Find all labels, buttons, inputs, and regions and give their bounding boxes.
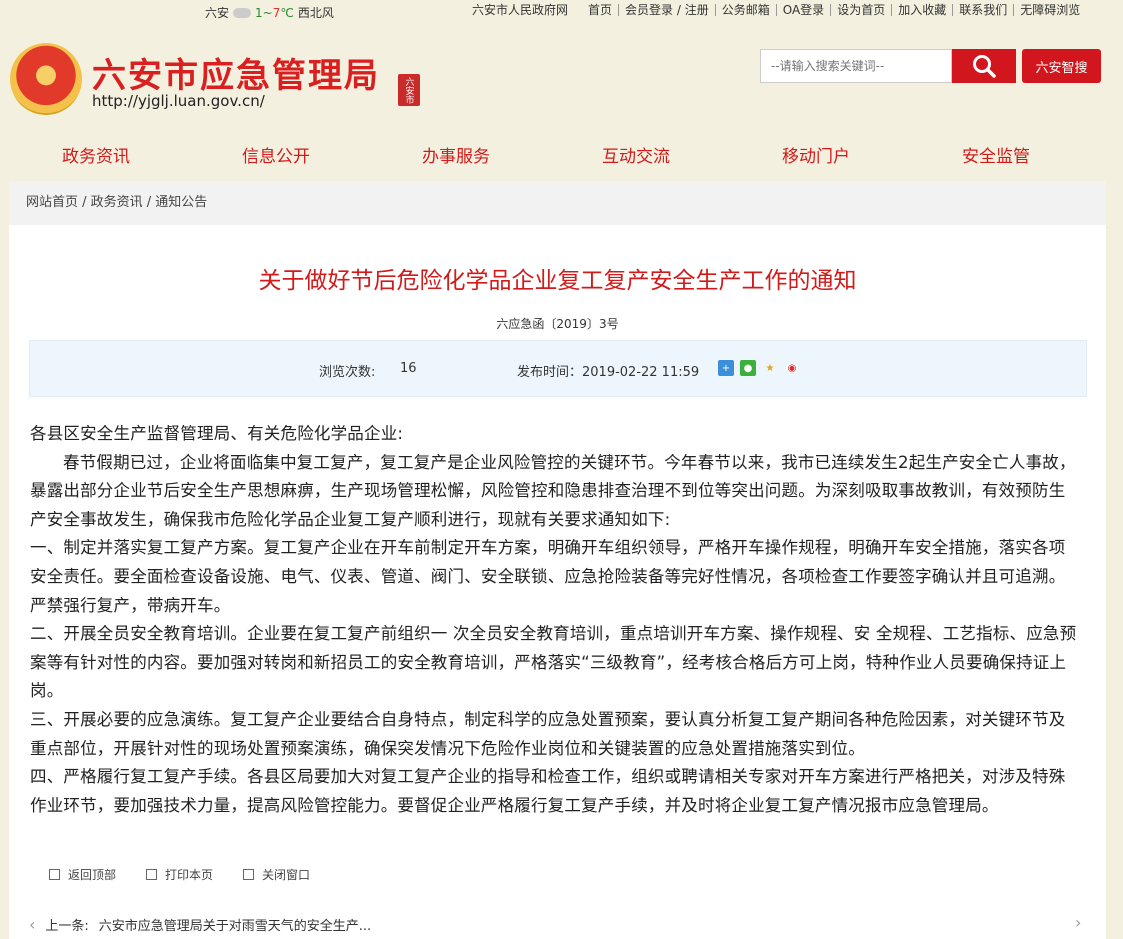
views-label: 浏览次数: xyxy=(319,365,376,380)
site-title[interactable]: 六安市应急管理局 xyxy=(92,48,380,97)
document-number: 六应急函〔2019〕3号 xyxy=(496,317,619,331)
publish-time: 发布时间：2019-02-22 11:59 xyxy=(517,365,700,380)
arrow-up-icon xyxy=(49,869,60,880)
views-count: 16 xyxy=(400,361,417,376)
content-panel: 网站首页 / 政务资讯 / 通知公告 关于做好节后危险化学品企业复工复产安全生产… xyxy=(9,181,1106,939)
site-header: 六安市应急管理局 http://yjglj.luan.gov.cn/ 六安市 六… xyxy=(0,22,1123,132)
close-icon xyxy=(243,869,255,880)
previous-article[interactable]: ‹ 上一条: 六安市应急管理局关于对雨雪天气的安全生产... xyxy=(29,915,371,934)
nav-item-disclosure[interactable]: 信息公开 xyxy=(242,142,310,167)
nav-item-supervision[interactable]: 安全监管 xyxy=(962,142,1030,167)
link-set-homepage[interactable]: 设为首页 xyxy=(831,4,893,16)
link-accessibility[interactable]: 无障碍浏览 xyxy=(1014,4,1086,16)
link-contact[interactable]: 联系我们 xyxy=(953,4,1015,16)
link-home[interactable]: 首页 xyxy=(582,4,620,16)
share-icons: + ● ★ ◉ xyxy=(718,360,800,376)
article-title: 关于做好节后危险化学品企业复工复产安全生产工作的通知 xyxy=(258,268,857,294)
seal-stamp: 六安市 xyxy=(398,74,420,106)
printer-icon xyxy=(146,869,158,880)
chevron-left-icon: ‹ xyxy=(29,915,36,934)
top-links: 六安市人民政府网 首页 会员登录 / 注册 公务邮箱 OA登录 设为首页 加入收… xyxy=(466,4,1086,16)
link-oa-login[interactable]: OA登录 xyxy=(777,4,832,16)
article-paragraph: 二、开展全员安全教育培训。企业要在复工复产前组织一 次全员安全教育培训，重点培训… xyxy=(30,624,1077,701)
article-tools: 返回顶部 打印本页 关闭窗口 xyxy=(49,866,310,883)
link-login-register[interactable]: 会员登录 / 注册 xyxy=(619,4,716,16)
weather-wind: 西北风 xyxy=(297,6,334,20)
link-add-favorite[interactable]: 加入收藏 xyxy=(892,4,954,16)
site-url: http://yjglj.luan.gov.cn/ xyxy=(92,92,265,110)
qzone-star-icon[interactable]: ★ xyxy=(762,360,778,376)
print-button[interactable]: 打印本页 xyxy=(146,866,213,883)
link-city-gov[interactable]: 六安市人民政府网 xyxy=(466,4,582,16)
link-mail[interactable]: 公务邮箱 xyxy=(716,4,777,16)
smart-search-button[interactable]: 六安智搜 xyxy=(1022,49,1101,83)
article-body: 各县区安全生产监督管理局、有关危险化学品企业: 春节假期已过，企业将面临集中复工… xyxy=(30,420,1080,820)
nav-item-mobile[interactable]: 移动门户 xyxy=(782,142,850,167)
back-to-top-label: 返回顶部 xyxy=(68,868,117,882)
weibo-icon[interactable]: ◉ xyxy=(784,360,800,376)
search-icon xyxy=(973,55,996,78)
share-plus-icon[interactable]: + xyxy=(718,360,734,376)
article-paragraph: 各县区安全生产监督管理局、有关危险化学品企业: xyxy=(30,424,404,443)
nav-item-services[interactable]: 办事服务 xyxy=(422,142,490,167)
article-paragraph: 春节假期已过，企业将面临集中复工复产，复工复产是企业风险管控的关键环节。今年春节… xyxy=(30,452,1076,529)
nav-item-interaction[interactable]: 互动交流 xyxy=(602,142,670,167)
article-info-bar: 浏览次数: 16 发布时间：2019-02-22 11:59 + ● ★ ◉ xyxy=(29,340,1087,397)
wechat-icon[interactable]: ● xyxy=(740,360,756,376)
weather-city: 六安 xyxy=(205,6,230,20)
chevron-right-icon[interactable]: › xyxy=(1075,913,1081,932)
article-paragraph: 三、开展必要的应急演练。复工复产企业要结合自身特点，制定科学的应急处置预案，要认… xyxy=(30,709,1066,758)
close-window-button[interactable]: 关闭窗口 xyxy=(243,866,310,883)
search-input[interactable] xyxy=(760,49,952,83)
back-to-top-button[interactable]: 返回顶部 xyxy=(49,866,116,883)
article-paragraph: 一、制定并落实复工复产方案。复工复产企业在开车前制定开车方案，明确开车组织领导，… xyxy=(30,538,1066,615)
previous-title[interactable]: 六安市应急管理局关于对雨雪天气的安全生产... xyxy=(99,915,371,934)
article-paragraph: 四、严格履行复工复产手续。各县区局要加大对复工复产企业的指导和检查工作，组织或聘… xyxy=(30,767,1066,815)
print-label: 打印本页 xyxy=(165,868,214,882)
national-emblem-logo xyxy=(10,43,82,115)
weather-temperature: 1~7℃ xyxy=(255,5,294,20)
search-button[interactable] xyxy=(952,49,1016,83)
weather-widget: 六安 1~7℃ 西北风 xyxy=(205,4,334,21)
close-window-label: 关闭窗口 xyxy=(262,868,311,882)
previous-label: 上一条: xyxy=(45,919,89,934)
cloudy-icon xyxy=(233,7,252,18)
nav-item-news[interactable]: 政务资讯 xyxy=(62,142,130,167)
breadcrumb[interactable]: 网站首页 / 政务资讯 / 通知公告 xyxy=(9,181,1106,225)
top-bar: 六安 1~7℃ 西北风 六安市人民政府网 首页 会员登录 / 注册 公务邮箱 O… xyxy=(0,0,1123,22)
main-nav: 政务资讯 信息公开 办事服务 互动交流 移动门户 安全监管 xyxy=(0,132,1123,176)
